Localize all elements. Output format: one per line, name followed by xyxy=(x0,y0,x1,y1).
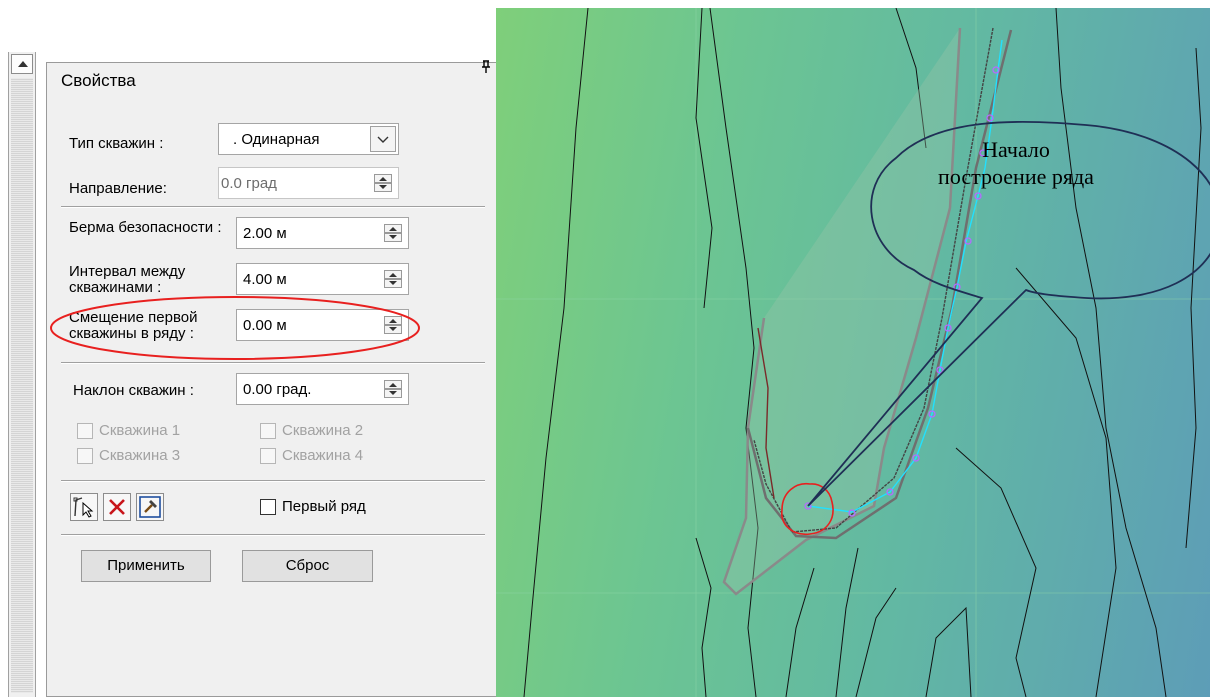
vertical-scrollbar[interactable] xyxy=(8,52,36,697)
well-2-checkbox[interactable]: Скважина 2 xyxy=(260,422,364,440)
well-type-select[interactable]: . Одинарная xyxy=(218,123,399,155)
well-3-checkbox[interactable]: Скважина 3 xyxy=(77,447,181,465)
scroll-up-button[interactable] xyxy=(11,54,33,74)
berm-value: 2.00 м xyxy=(243,225,287,242)
separator xyxy=(61,480,485,482)
checkbox-box xyxy=(260,423,276,440)
separator xyxy=(61,534,485,536)
panel-title: Свойства xyxy=(61,71,136,90)
red-highlight-ellipse xyxy=(50,296,420,360)
tilt-label: Наклон скважин : xyxy=(73,382,194,399)
tilt-field[interactable]: 0.00 град. xyxy=(236,373,409,405)
delete-button[interactable] xyxy=(103,493,131,521)
close-icon xyxy=(109,499,125,515)
map-view[interactable]: Начало построение ряда xyxy=(496,8,1210,697)
properties-window: Свойства Тип скважин : . Одинарная Напра… xyxy=(8,52,498,697)
pick-line-icon xyxy=(73,497,94,518)
checkbox-box xyxy=(260,448,276,465)
separator xyxy=(61,362,485,364)
well-4-checkbox[interactable]: Скважина 4 xyxy=(260,447,364,465)
arrow-up-icon xyxy=(18,61,28,67)
well-1-label: Скважина 1 xyxy=(99,422,181,439)
checkbox-box xyxy=(77,448,93,465)
berm-label: Берма безопасности : xyxy=(69,219,222,236)
spinner-icon[interactable] xyxy=(384,224,402,242)
chevron-down-icon[interactable] xyxy=(370,126,396,152)
checkbox-box xyxy=(77,423,93,440)
spinner-icon[interactable] xyxy=(374,174,392,192)
spinner-icon[interactable] xyxy=(384,380,402,398)
well-2-label: Скважина 2 xyxy=(282,422,364,439)
map-canvas[interactable] xyxy=(496,8,1210,697)
pit-outline xyxy=(722,27,962,596)
well-1-checkbox[interactable]: Скважина 1 xyxy=(77,422,181,440)
scroll-track[interactable] xyxy=(11,78,33,693)
well-type-label: Тип скважин : xyxy=(69,135,164,152)
spinner-icon[interactable] xyxy=(384,270,402,288)
reset-button[interactable]: Сброс xyxy=(242,550,373,582)
direction-field[interactable]: 0.0 град xyxy=(218,167,399,199)
callout-text: Начало построение ряда xyxy=(938,137,1094,189)
direction-label: Направление: xyxy=(69,180,167,197)
separator xyxy=(61,206,485,208)
first-row-checkbox[interactable]: Первый ряд xyxy=(260,498,366,516)
pick-line-button[interactable] xyxy=(70,493,98,521)
properties-panel: Свойства Тип скважин : . Одинарная Напра… xyxy=(46,60,498,697)
well-4-label: Скважина 4 xyxy=(282,447,364,464)
well-type-value: . Одинарная xyxy=(233,131,320,148)
apply-button[interactable]: Применить xyxy=(81,550,211,582)
first-row-label: Первый ряд xyxy=(282,498,366,515)
hammer-icon xyxy=(139,496,161,518)
interval-label: Интервал между скважинами : xyxy=(69,263,186,296)
well-3-label: Скважина 3 xyxy=(99,447,181,464)
build-button[interactable] xyxy=(136,493,164,521)
interval-field[interactable]: 4.00 м xyxy=(236,263,409,295)
interval-value: 4.00 м xyxy=(243,271,287,288)
direction-value: 0.0 град xyxy=(221,175,277,192)
tilt-value: 0.00 град. xyxy=(243,381,312,398)
checkbox-box xyxy=(260,499,276,516)
berm-field[interactable]: 2.00 м xyxy=(236,217,409,249)
pin-icon[interactable] xyxy=(481,60,491,77)
